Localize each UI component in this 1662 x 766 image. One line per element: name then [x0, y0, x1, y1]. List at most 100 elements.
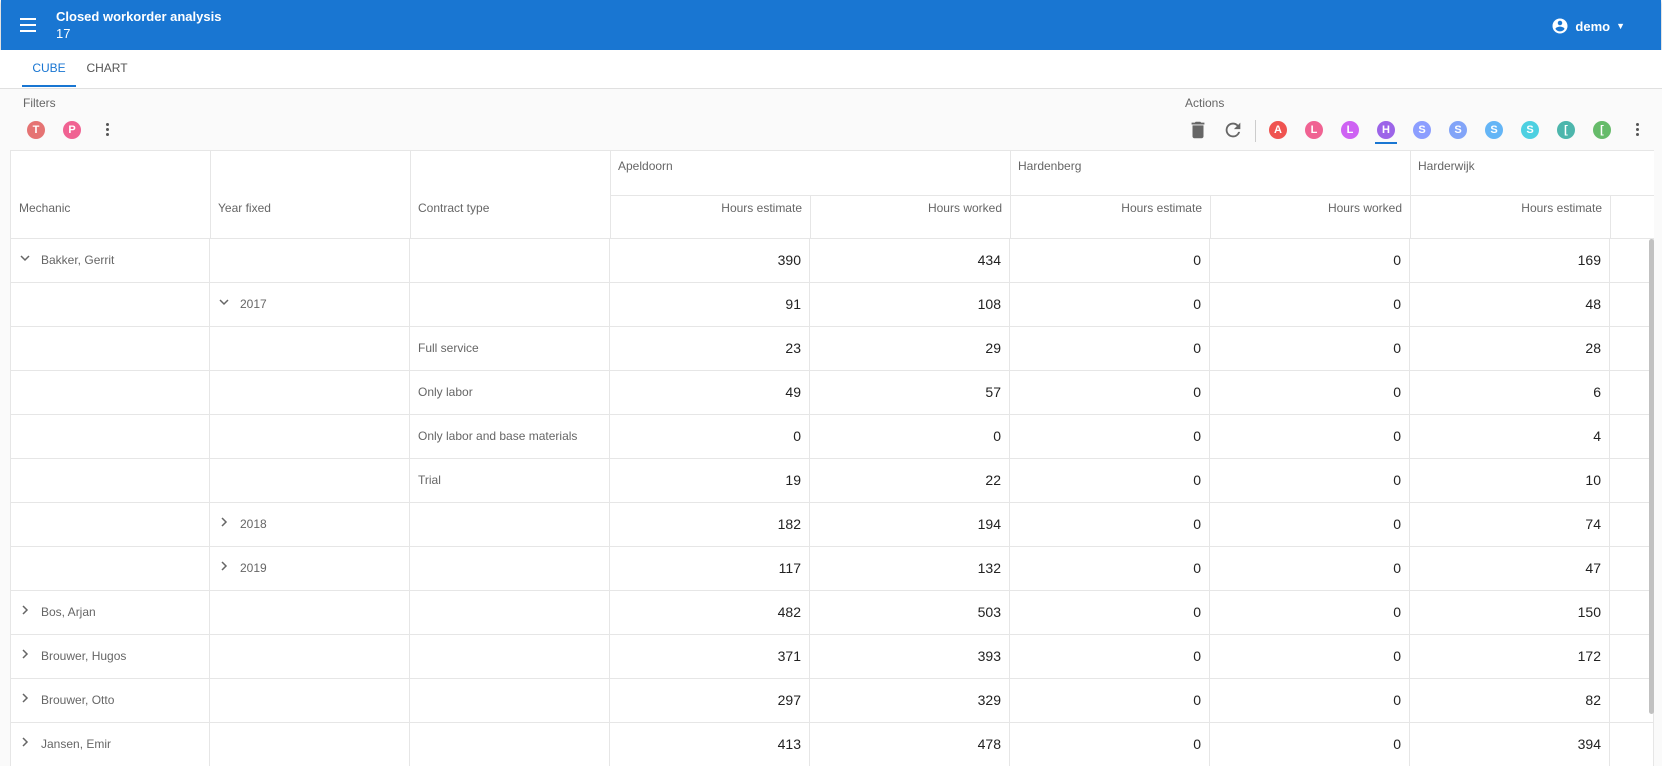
action-chip[interactable]: A: [1269, 121, 1287, 139]
action-chip[interactable]: S: [1449, 121, 1467, 139]
measure-header[interactable]: Hours estimate: [610, 198, 810, 218]
value-cell[interactable]: 117: [610, 547, 810, 590]
value-cell[interactable]: 0: [1010, 459, 1210, 502]
value-cell[interactable]: 0: [1010, 503, 1210, 546]
value-cell[interactable]: 0: [1210, 415, 1410, 458]
value-cell[interactable]: 0: [1210, 591, 1410, 634]
chevron-right-icon[interactable]: [19, 635, 31, 678]
value-cell[interactable]: 0: [1210, 459, 1410, 502]
value-cell[interactable]: 503: [810, 591, 1010, 634]
value-cell[interactable]: 413: [610, 723, 810, 766]
action-chip[interactable]: H: [1375, 121, 1397, 144]
chevron-right-icon[interactable]: [19, 723, 31, 766]
value-cell[interactable]: 478: [810, 723, 1010, 766]
value-cell[interactable]: 0: [1210, 503, 1410, 546]
chevron-down-icon[interactable]: [218, 283, 230, 326]
value-cell[interactable]: 434: [810, 239, 1010, 282]
value-cell[interactable]: 4: [1410, 415, 1610, 458]
chevron-right-icon[interactable]: [218, 547, 230, 590]
delete-icon[interactable]: [1187, 119, 1209, 141]
value-cell[interactable]: 0: [1010, 547, 1210, 590]
actions-more-icon[interactable]: [1633, 121, 1641, 139]
value-cell[interactable]: 23: [610, 327, 810, 370]
value-cell[interactable]: 329: [810, 679, 1010, 722]
value-cell[interactable]: 182: [610, 503, 810, 546]
value-cell[interactable]: 0: [1210, 239, 1410, 282]
value-cell[interactable]: 108: [810, 283, 1010, 326]
value-cell[interactable]: 169: [1410, 239, 1610, 282]
value-cell[interactable]: 49: [610, 371, 810, 414]
value-cell[interactable]: 172: [1410, 635, 1610, 678]
value-cell[interactable]: 393: [810, 635, 1010, 678]
column-header-year-fixed[interactable]: Year fixed: [210, 198, 410, 218]
value-cell[interactable]: 194: [810, 503, 1010, 546]
value-cell[interactable]: 19: [610, 459, 810, 502]
action-chip[interactable]: [: [1557, 121, 1575, 139]
vertical-scrollbar[interactable]: [1649, 239, 1654, 714]
filters-more-icon[interactable]: [103, 121, 111, 139]
value-cell[interactable]: 47: [1410, 547, 1610, 590]
value-cell[interactable]: 0: [1210, 723, 1410, 766]
value-cell[interactable]: 0: [1010, 723, 1210, 766]
value-cell[interactable]: 0: [1210, 283, 1410, 326]
value-cell[interactable]: 0: [1010, 635, 1210, 678]
value-cell[interactable]: 0: [1210, 327, 1410, 370]
value-cell[interactable]: 74: [1410, 503, 1610, 546]
action-chip[interactable]: S: [1413, 121, 1431, 139]
tab-chart[interactable]: CHART: [82, 50, 132, 87]
value-cell[interactable]: 22: [810, 459, 1010, 502]
column-header-mechanic[interactable]: Mechanic: [11, 198, 210, 218]
chevron-right-icon[interactable]: [19, 679, 31, 722]
value-cell[interactable]: 29: [810, 327, 1010, 370]
value-cell[interactable]: 6: [1410, 371, 1610, 414]
value-cell[interactable]: 0: [1010, 239, 1210, 282]
value-cell[interactable]: 0: [1010, 283, 1210, 326]
action-chip[interactable]: L: [1341, 121, 1359, 139]
location-header[interactable]: Harderwijk: [1410, 156, 1654, 176]
location-header[interactable]: Hardenberg: [1010, 156, 1410, 176]
location-header[interactable]: Apeldoorn: [610, 156, 1010, 176]
value-cell[interactable]: 394: [1410, 723, 1610, 766]
user-menu-button[interactable]: demo ▼: [1551, 15, 1625, 37]
value-cell[interactable]: 482: [610, 591, 810, 634]
value-cell[interactable]: 0: [1010, 327, 1210, 370]
column-header-contract-type[interactable]: Contract type: [410, 198, 610, 218]
value-cell[interactable]: 57: [810, 371, 1010, 414]
action-chip[interactable]: L: [1305, 121, 1323, 139]
chevron-down-icon[interactable]: [19, 239, 31, 282]
value-cell[interactable]: 48: [1410, 283, 1610, 326]
measure-header[interactable]: Hours worked: [810, 198, 1010, 218]
value-cell[interactable]: 390: [610, 239, 810, 282]
measure-header[interactable]: Hours worked: [1210, 198, 1410, 218]
refresh-icon[interactable]: [1222, 119, 1244, 141]
tab-cube[interactable]: CUBE: [22, 50, 76, 87]
value-cell[interactable]: 150: [1410, 591, 1610, 634]
value-cell[interactable]: 0: [810, 415, 1010, 458]
value-cell[interactable]: 0: [1010, 415, 1210, 458]
value-cell[interactable]: 82: [1410, 679, 1610, 722]
measure-header[interactable]: Hours estimate: [1010, 198, 1210, 218]
value-cell[interactable]: 371: [610, 635, 810, 678]
value-cell[interactable]: 0: [610, 415, 810, 458]
value-cell[interactable]: 28: [1410, 327, 1610, 370]
chevron-right-icon[interactable]: [218, 503, 230, 546]
chevron-right-icon[interactable]: [19, 591, 31, 634]
value-cell[interactable]: 0: [1210, 635, 1410, 678]
action-chip[interactable]: S: [1521, 121, 1539, 139]
value-cell[interactable]: 0: [1010, 679, 1210, 722]
value-cell[interactable]: 0: [1210, 679, 1410, 722]
action-chip[interactable]: [: [1593, 121, 1611, 139]
value-cell[interactable]: 0: [1010, 371, 1210, 414]
value-cell[interactable]: 10: [1410, 459, 1610, 502]
value-cell[interactable]: 132: [810, 547, 1010, 590]
measure-header[interactable]: Hours estimate: [1410, 198, 1610, 218]
value-cell[interactable]: 91: [610, 283, 810, 326]
action-chip[interactable]: S: [1485, 121, 1503, 139]
value-cell[interactable]: 297: [610, 679, 810, 722]
value-cell[interactable]: 0: [1210, 547, 1410, 590]
value-cell[interactable]: 0: [1010, 591, 1210, 634]
menu-icon[interactable]: [18, 15, 42, 35]
value-cell[interactable]: 0: [1210, 371, 1410, 414]
filter-chip[interactable]: P: [63, 121, 81, 139]
filter-chip[interactable]: T: [27, 121, 45, 139]
